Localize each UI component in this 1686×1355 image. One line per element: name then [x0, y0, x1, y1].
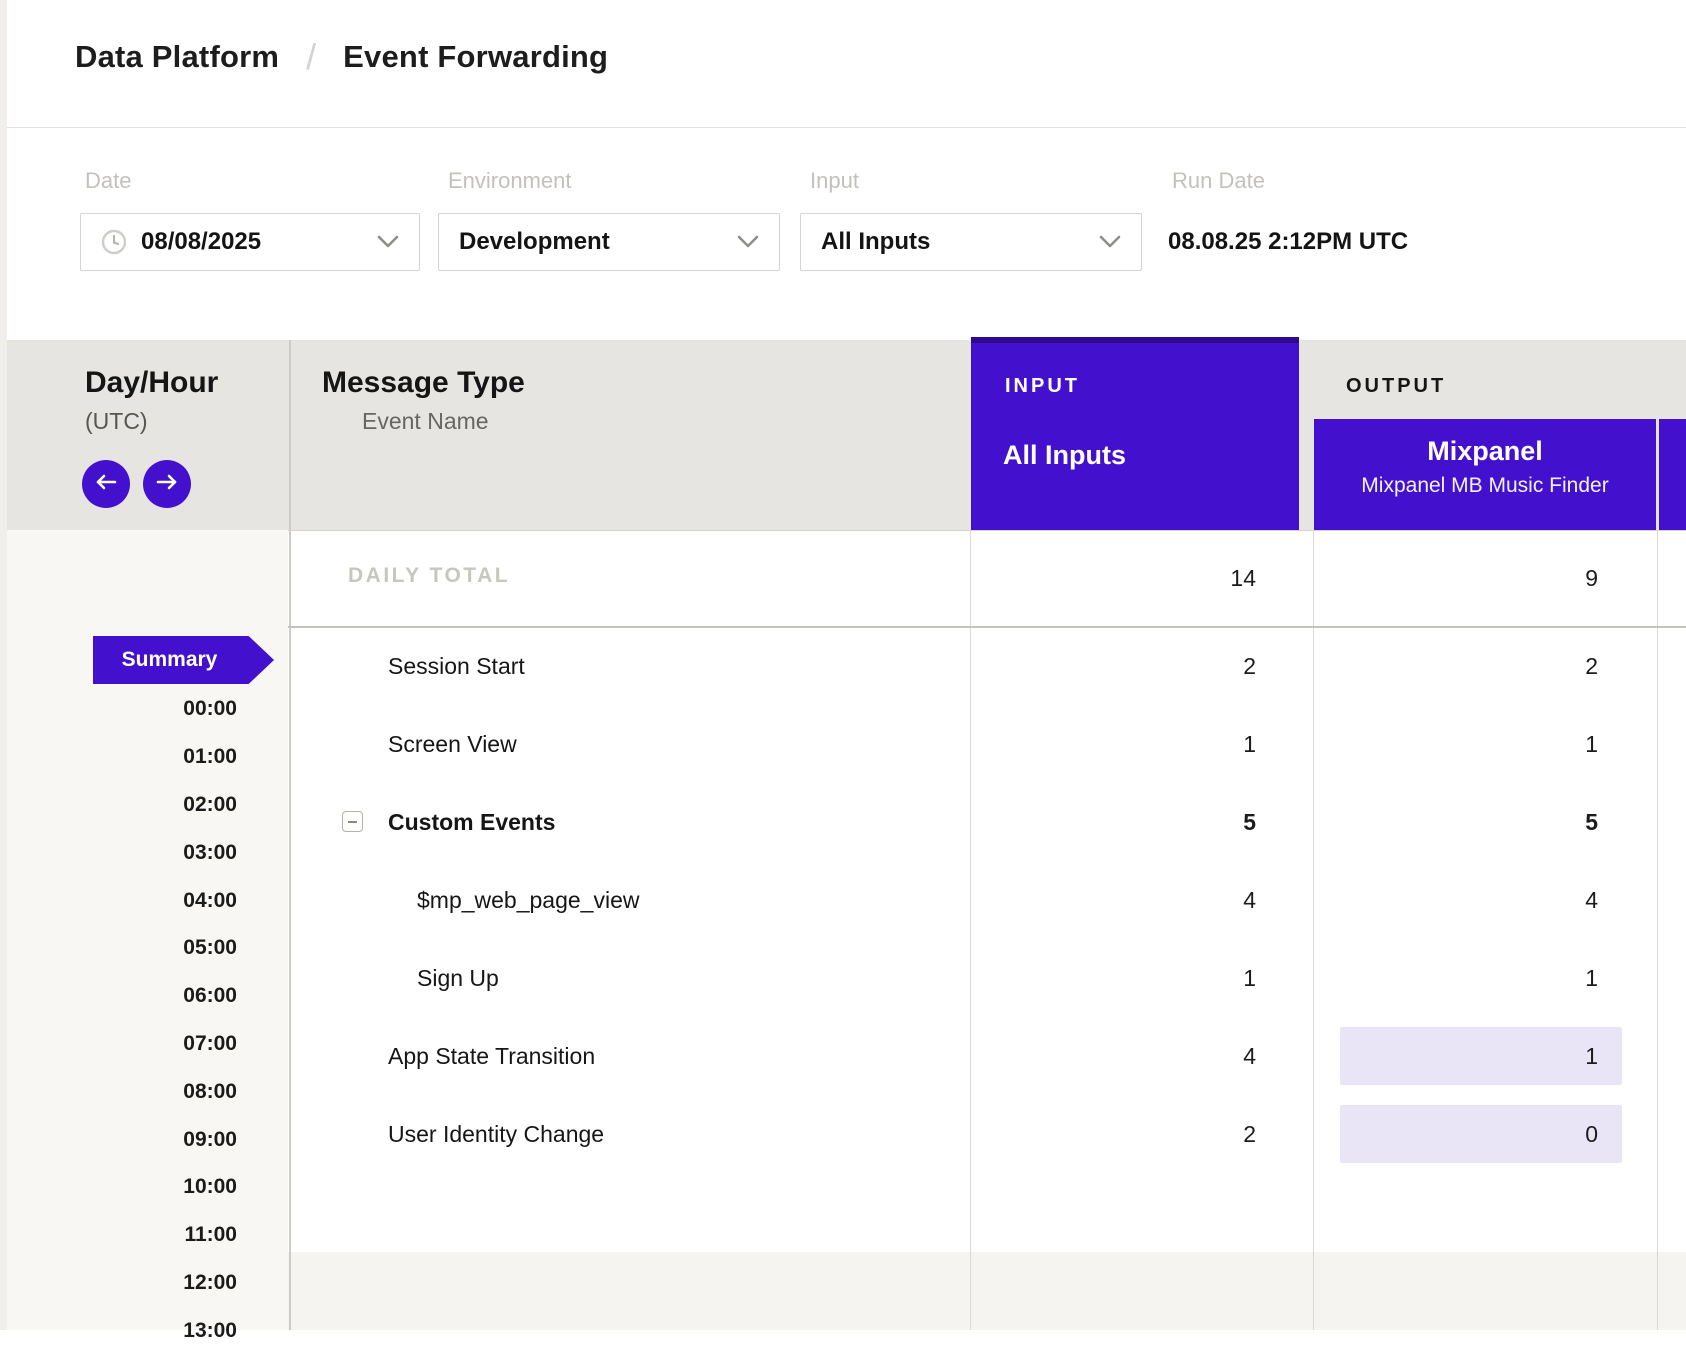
date-filter-label: Date — [85, 168, 131, 194]
daily-total-output-value: 9 — [1340, 530, 1622, 627]
day-hour-timezone: (UTC) — [85, 408, 148, 435]
arrow-right-icon — [155, 474, 179, 495]
day-hour-rail: Summary 00:00 01:00 02:00 03:00 04:00 05… — [0, 530, 288, 1330]
daily-total-row: DAILY TOTAL 14 9 — [288, 530, 1686, 627]
event-label: Sign Up — [417, 939, 499, 1017]
output-column-subtitle: Mixpanel MB Music Finder — [1314, 474, 1656, 498]
input-count: 4 — [970, 861, 1256, 939]
event-label: $mp_web_page_view — [417, 861, 640, 939]
input-count: 2 — [970, 627, 1256, 705]
output-count: 1 — [1340, 705, 1622, 783]
hour-item-12[interactable]: 12:00 — [117, 1259, 237, 1307]
input-dropdown[interactable]: All Inputs — [800, 213, 1142, 271]
hour-item-11[interactable]: 11:00 — [117, 1211, 237, 1259]
hour-item-04[interactable]: 04:00 — [117, 877, 237, 925]
hour-item-00[interactable]: 00:00 — [117, 685, 237, 733]
table-row: Custom Events 5 5 — [288, 783, 1686, 861]
next-day-button[interactable] — [143, 460, 191, 508]
hour-item-01[interactable]: 01:00 — [117, 733, 237, 781]
output-count: 1 — [1340, 939, 1622, 1017]
input-value: All Inputs — [821, 228, 930, 256]
hour-item-10[interactable]: 10:00 — [117, 1163, 237, 1211]
output-column-title: Mixpanel — [1314, 436, 1656, 467]
hour-item-08[interactable]: 08:00 — [117, 1068, 237, 1116]
table-row: App State Transition 4 1 — [288, 1017, 1686, 1095]
hour-item-06[interactable]: 06:00 — [117, 972, 237, 1020]
daily-total-label: DAILY TOTAL — [348, 564, 510, 588]
output-count: 4 — [1340, 861, 1622, 939]
input-column-header[interactable]: INPUT All Inputs — [971, 337, 1299, 530]
run-date-value: 08.08.25 2:12PM UTC — [1168, 213, 1408, 271]
breadcrumb: Data Platform / Event Forwarding — [75, 36, 608, 78]
output-count: 2 — [1340, 627, 1622, 705]
previous-day-button[interactable] — [82, 460, 130, 508]
message-type-header: Message Type — [322, 366, 525, 400]
chevron-down-icon — [377, 235, 399, 249]
table-row: $mp_web_page_view 4 4 — [288, 861, 1686, 939]
output-section-label: OUTPUT — [1346, 375, 1446, 398]
daily-total-input-value: 14 — [970, 530, 1256, 627]
chevron-down-icon — [1099, 235, 1121, 249]
input-count: 2 — [970, 1095, 1256, 1173]
hour-item-05[interactable]: 05:00 — [117, 924, 237, 972]
input-filter-label: Input — [810, 168, 859, 194]
clock-icon — [101, 229, 127, 255]
event-label: User Identity Change — [388, 1095, 604, 1173]
run-date-label: Run Date — [1172, 168, 1265, 194]
arrow-left-icon — [94, 474, 118, 495]
event-rows: Session Start 2 2 Screen View 1 1 Custom… — [288, 627, 1686, 1173]
output-column-header-next-partial[interactable] — [1659, 419, 1686, 530]
summary-selector[interactable]: Summary — [93, 636, 274, 684]
input-count: 1 — [970, 705, 1256, 783]
input-section-label: INPUT — [1005, 375, 1080, 398]
page-title: Event Forwarding — [343, 39, 608, 75]
input-count: 1 — [970, 939, 1256, 1017]
collapse-toggle-icon[interactable] — [342, 811, 363, 832]
event-label: App State Transition — [388, 1017, 595, 1095]
event-label: Screen View — [388, 705, 517, 783]
hour-item-13[interactable]: 13:00 — [117, 1307, 237, 1355]
table-footer-band — [288, 1252, 1686, 1330]
table-row: User Identity Change 2 0 — [288, 1095, 1686, 1173]
hour-item-09[interactable]: 09:00 — [117, 1116, 237, 1164]
table-row: Sign Up 1 1 — [288, 939, 1686, 1017]
event-name-subheader: Event Name — [362, 408, 489, 435]
page-left-edge — [0, 0, 7, 1330]
environment-value: Development — [459, 228, 610, 256]
hour-item-03[interactable]: 03:00 — [117, 829, 237, 877]
filter-bar: Date Environment Input Run Date 08/08/20… — [0, 128, 1686, 340]
table-row: Screen View 1 1 — [288, 705, 1686, 783]
day-hour-header: Day/Hour — [85, 366, 218, 400]
input-count: 5 — [970, 783, 1256, 861]
hour-item-02[interactable]: 02:00 — [117, 781, 237, 829]
input-column-accent-strip — [971, 337, 1299, 343]
breadcrumb-separator: / — [306, 36, 316, 78]
table-row: Session Start 2 2 — [288, 627, 1686, 705]
output-column-header-mixpanel[interactable]: Mixpanel Mixpanel MB Music Finder — [1314, 419, 1656, 530]
date-dropdown[interactable]: 08/08/2025 — [80, 213, 420, 271]
event-label: Custom Events — [388, 783, 555, 861]
input-count: 4 — [970, 1017, 1256, 1095]
breadcrumb-section[interactable]: Data Platform — [75, 39, 279, 75]
chevron-down-icon — [737, 235, 759, 249]
table-header: Day/Hour (UTC) Message Type Event Name I… — [0, 340, 1686, 530]
output-count-highlighted: 0 — [1340, 1105, 1622, 1163]
output-count-highlighted: 1 — [1340, 1027, 1622, 1085]
input-column-title: All Inputs — [1003, 440, 1126, 471]
hour-item-07[interactable]: 07:00 — [117, 1020, 237, 1068]
event-label: Session Start — [388, 627, 525, 705]
output-count: 5 — [1340, 783, 1622, 861]
date-value: 08/08/2025 — [141, 228, 261, 256]
environment-dropdown[interactable]: Development — [438, 213, 780, 271]
breadcrumb-bar: Data Platform / Event Forwarding — [0, 0, 1686, 128]
environment-filter-label: Environment — [448, 168, 572, 194]
